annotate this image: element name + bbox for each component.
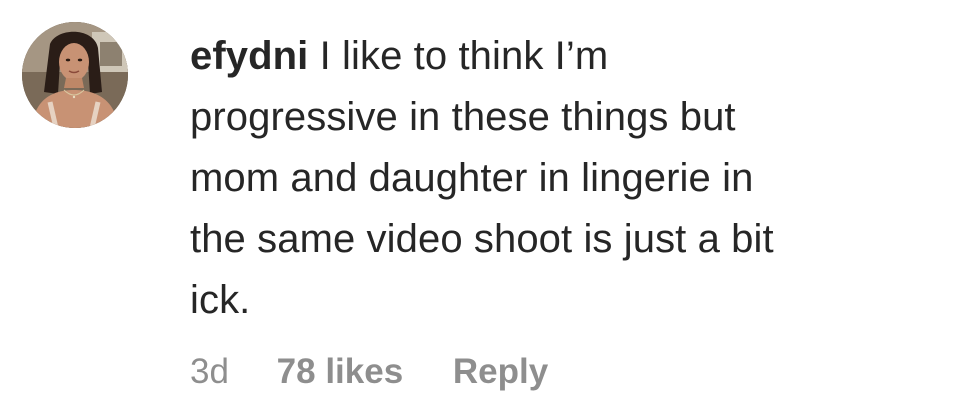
comment-text-segment: I like to think I’m — [319, 34, 609, 78]
timestamp[interactable]: 3d — [190, 352, 229, 392]
comment-item: efydni I like to think I’m progressive i… — [0, 0, 980, 400]
comment-line: progressive in these things but — [190, 95, 736, 139]
username-link[interactable]: efydni — [190, 34, 308, 78]
likes-count[interactable]: 78 likes — [277, 352, 404, 392]
avatar-photo-icon — [22, 22, 128, 128]
comment-line: efydni I like to think I’m — [190, 26, 950, 87]
comment-line: mom and daughter in lingerie in — [190, 156, 754, 200]
comment-line: the same video shoot is just a bit — [190, 217, 774, 261]
avatar[interactable] — [22, 22, 128, 128]
comment-text: efydni I like to think I’m progressive i… — [190, 26, 950, 331]
comment-body: efydni I like to think I’m progressive i… — [190, 26, 950, 331]
reply-button[interactable]: Reply — [453, 352, 548, 392]
comment-line: ick. — [190, 278, 251, 322]
comment-meta: 3d 78 likes Reply — [190, 352, 548, 392]
